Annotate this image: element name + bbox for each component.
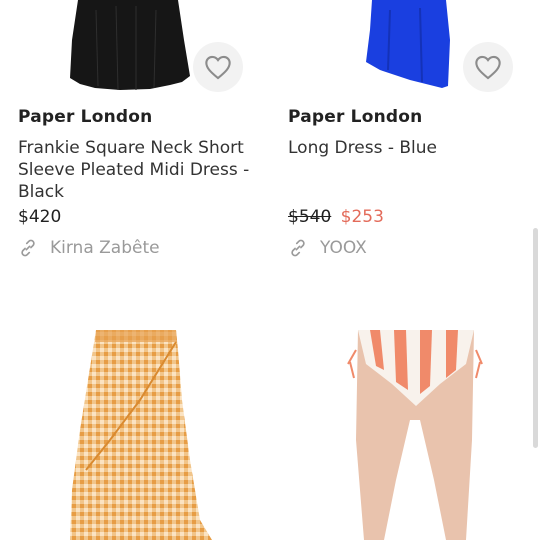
favorite-button[interactable] bbox=[463, 42, 513, 92]
product-price: $420 bbox=[18, 207, 62, 227]
gingham-skirt-image[interactable] bbox=[0, 320, 270, 540]
link-icon bbox=[21, 239, 35, 257]
striped-bikini-bottom-image[interactable] bbox=[270, 320, 540, 540]
original-price: $540 bbox=[288, 207, 332, 227]
product-name[interactable]: Frankie Square Neck Short Sleeve Pleated… bbox=[18, 137, 254, 203]
product-card[interactable]: Paper London Frankie Square Neck Short S… bbox=[0, 0, 270, 290]
heart-icon bbox=[205, 55, 231, 80]
scrollbar[interactable] bbox=[533, 228, 538, 448]
product-brand: Paper London bbox=[288, 107, 423, 127]
link-icon bbox=[291, 239, 305, 257]
retailer-name: YOOX bbox=[320, 238, 367, 258]
product-brand: Paper London bbox=[18, 107, 153, 127]
heart-icon bbox=[475, 55, 501, 80]
retailer-link[interactable]: Kirna Zabête bbox=[18, 238, 160, 258]
product-card[interactable] bbox=[270, 300, 540, 540]
product-card[interactable] bbox=[0, 300, 270, 540]
product-name[interactable]: Long Dress - Blue bbox=[288, 137, 524, 159]
product-price: $540 $253 bbox=[288, 207, 384, 227]
retailer-link[interactable]: YOOX bbox=[288, 238, 367, 258]
retailer-name: Kirna Zabête bbox=[50, 238, 160, 258]
favorite-button[interactable] bbox=[193, 42, 243, 92]
product-card[interactable]: Paper London Long Dress - Blue $540 $253… bbox=[270, 0, 540, 290]
sale-price: $253 bbox=[340, 207, 384, 227]
